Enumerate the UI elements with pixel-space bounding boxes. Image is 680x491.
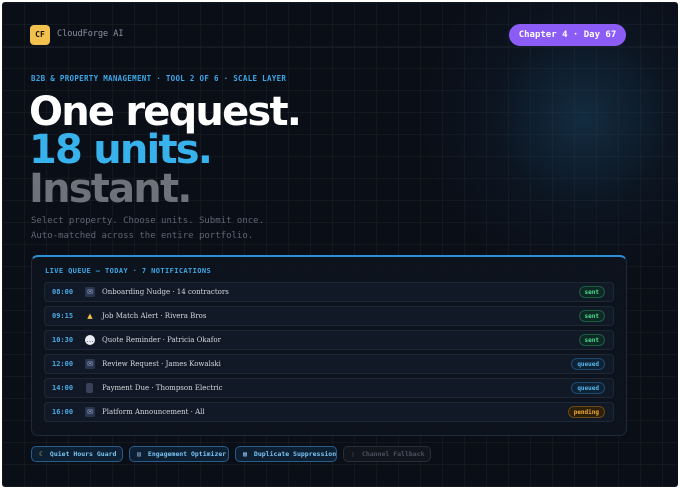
headline-line-3: Instant. <box>29 166 192 212</box>
queue-row[interactable]: 10:30 … Quote Reminder · Patricia Okafor… <box>44 330 614 350</box>
status-badge: sent <box>578 310 605 322</box>
status-badge: queued <box>571 382 605 394</box>
row-time: 08:00 <box>52 288 74 296</box>
chapter-pill[interactable]: Chapter 4 · Day 67 <box>509 24 626 46</box>
queue-title: LIVE QUEUE — TODAY · 7 NOTIFICATIONS <box>45 267 212 275</box>
chat-icon: … <box>85 335 95 345</box>
brand-name: CloudForge AI <box>57 29 124 39</box>
app-frame: CF CloudForge AI Chapter 4 · Day 67 B2B … <box>2 2 678 487</box>
subline-1: Select property. Choose units. Submit on… <box>31 216 264 226</box>
row-time: 16:00 <box>52 408 74 416</box>
queue-row[interactable]: 09:15 ▲ Job Match Alert · Rivera Bros se… <box>44 306 614 326</box>
row-time: 14:00 <box>52 384 74 392</box>
queue-row[interactable]: 12:00 ✉ Review Request · James Kowalski … <box>44 354 614 374</box>
status-badge: queued <box>571 358 605 370</box>
row-label: Platform Announcement · All <box>102 408 205 416</box>
row-label: Quote Reminder · Patricia Okafor <box>102 336 221 344</box>
chip-engagement-optimizer[interactable]: ▥ Engagement Optimizer <box>129 446 229 462</box>
top-bar: CF CloudForge AI Chapter 4 · Day 67 <box>2 2 678 48</box>
logo-badge: CF <box>30 25 50 45</box>
chart-icon: ▥ <box>137 450 141 458</box>
row-time: 12:00 <box>52 360 74 368</box>
chip-label: Channel Fallback <box>361 450 425 458</box>
moon-icon: ☾ <box>39 450 43 458</box>
chip-label: Duplicate Suppression <box>253 450 337 458</box>
queue-row[interactable]: 14:00 Payment Due · Thompson Electric qu… <box>44 378 614 398</box>
chip-channel-fallback[interactable]: ▯ Channel Fallback <box>343 446 431 462</box>
chip-label: Quiet Hours Guard <box>49 450 117 458</box>
row-label: Payment Due · Thompson Electric <box>102 384 223 392</box>
queue-row[interactable]: 16:00 ✉ Platform Announcement · All pend… <box>44 402 614 422</box>
queue-row[interactable]: 08:00 ✉ Onboarding Nudge · 14 contractor… <box>44 282 614 302</box>
status-badge: sent <box>578 334 605 346</box>
phone-icon <box>86 383 93 393</box>
chip-quiet-hours-guard[interactable]: ☾ Quiet Hours Guard <box>31 446 123 462</box>
mail-icon: ✉ <box>85 359 95 369</box>
mail-icon: ✉ <box>85 407 95 417</box>
row-label: Review Request · James Kowalski <box>102 360 221 368</box>
chip-duplicate-suppression[interactable]: ▦ Duplicate Suppression <box>235 446 337 462</box>
status-badge: pending <box>567 406 605 418</box>
row-label: Job Match Alert · Rivera Bros <box>102 312 207 320</box>
row-time: 10:30 <box>52 336 74 344</box>
live-queue-panel: LIVE QUEUE — TODAY · 7 NOTIFICATIONS 08:… <box>31 255 627 436</box>
copy-icon: ▦ <box>243 450 247 458</box>
phone-icon: ▯ <box>351 450 355 458</box>
headline-line-1: One request. <box>29 89 302 135</box>
mail-icon: ✉ <box>85 287 95 297</box>
hero-eyebrow: B2B & PROPERTY MANAGEMENT · TOOL 2 OF 6 … <box>31 74 287 83</box>
status-badge: sent <box>578 286 605 298</box>
chip-label: Engagement Optimizer <box>147 450 227 458</box>
headline-line-2: 18 units. <box>29 127 213 173</box>
row-time: 09:15 <box>52 312 74 320</box>
subline-2: Auto-matched across the entire portfolio… <box>31 231 254 241</box>
bell-icon: ▲ <box>87 312 93 320</box>
row-label: Onboarding Nudge · 14 contractors <box>102 288 229 296</box>
